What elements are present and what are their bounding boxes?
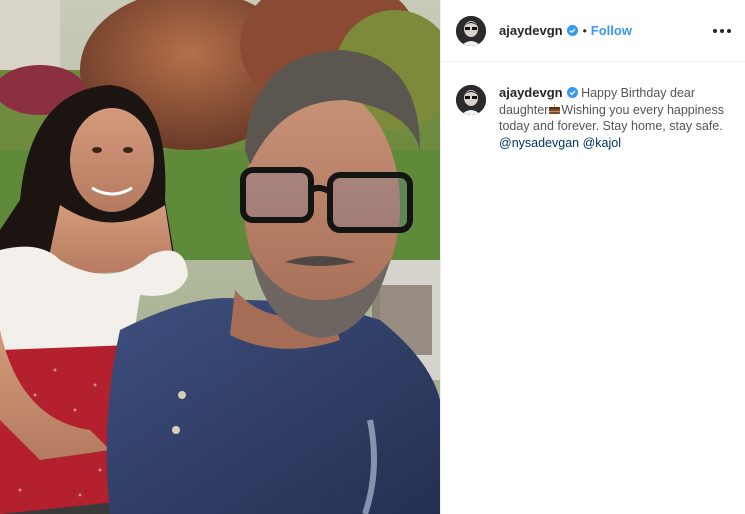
- post-caption: ajaydevgn Happy Birthday dear daughter Wi…: [441, 62, 745, 151]
- post-photo[interactable]: [0, 0, 440, 514]
- mention-nysadevgan[interactable]: @nysadevgan: [499, 136, 579, 150]
- caption-text: ajaydevgn Happy Birthday dear daughter Wi…: [499, 85, 727, 151]
- mention-kajol[interactable]: @kajol: [583, 136, 621, 150]
- photo-illustration: [0, 0, 440, 514]
- birthday-cake-icon: [549, 103, 561, 114]
- verified-badge-icon: [566, 87, 578, 98]
- more-options-icon[interactable]: [713, 23, 731, 39]
- caption-username[interactable]: ajaydevgn: [499, 85, 563, 100]
- avatar-image: [456, 15, 486, 46]
- caption-avatar[interactable]: [456, 85, 486, 115]
- avatar[interactable]: [456, 15, 486, 46]
- header-separator: •: [582, 23, 587, 38]
- header-username[interactable]: ajaydevgn: [499, 23, 563, 38]
- post-side-panel: ajaydevgn • Follow ajaydevgn Happy Birth…: [441, 0, 745, 514]
- verified-badge-icon: [566, 25, 578, 36]
- follow-button[interactable]: Follow: [591, 23, 632, 38]
- post-header: ajaydevgn • Follow: [441, 0, 745, 62]
- avatar-image: [456, 85, 486, 115]
